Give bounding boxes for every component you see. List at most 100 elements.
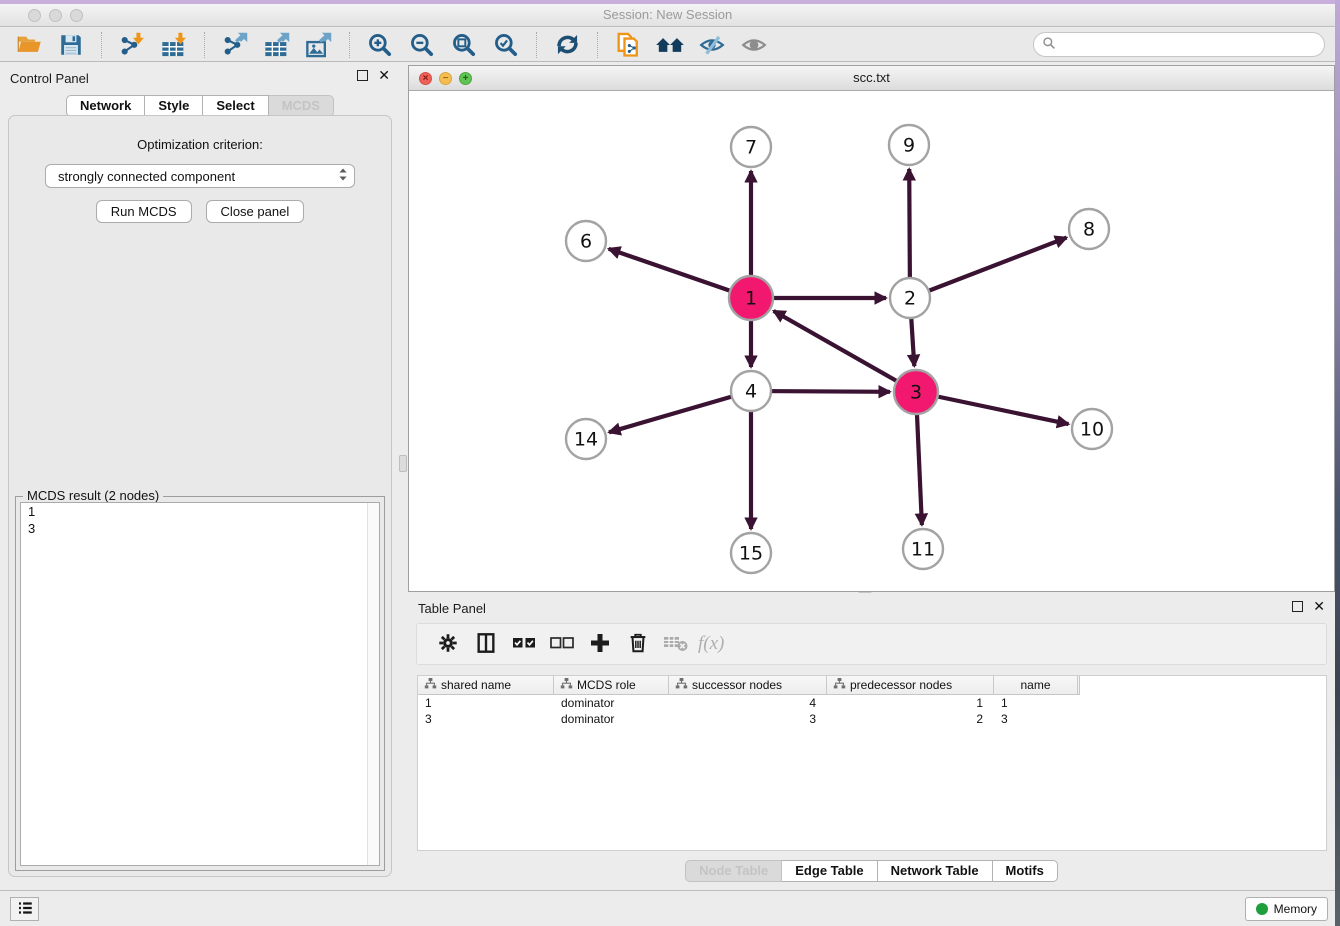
duplicate-network-icon bbox=[614, 31, 642, 59]
select-all-button[interactable] bbox=[507, 628, 541, 660]
import-table-button[interactable] bbox=[153, 30, 195, 60]
edge-4-to-14[interactable] bbox=[609, 391, 751, 432]
float-panel-icon[interactable] bbox=[357, 70, 368, 81]
graph-node-11[interactable]: 11 bbox=[903, 529, 943, 569]
vertical-splitter-handle[interactable] bbox=[399, 455, 407, 472]
desktop-right-strip bbox=[1335, 0, 1340, 926]
table-cell[interactable]: 3 bbox=[418, 712, 554, 726]
tab-edge-table[interactable]: Edge Table bbox=[782, 860, 877, 882]
column-header-predecessor-nodes[interactable]: predecessor nodes bbox=[827, 676, 994, 694]
edge-3-to-1[interactable] bbox=[774, 311, 916, 392]
column-header-successor-nodes[interactable]: successor nodes bbox=[669, 676, 827, 694]
node-label: 4 bbox=[745, 381, 757, 403]
result-list-item[interactable]: 3 bbox=[21, 520, 379, 537]
delete-row-button[interactable] bbox=[621, 628, 655, 660]
save-button[interactable] bbox=[50, 30, 92, 60]
edge-2-to-8[interactable] bbox=[910, 238, 1067, 298]
zoom-in-button[interactable] bbox=[359, 30, 401, 60]
attribute-icon bbox=[424, 677, 437, 693]
table-cell[interactable]: 1 bbox=[827, 696, 994, 710]
gear-button[interactable] bbox=[431, 628, 465, 660]
graph-node-3[interactable]: 3 bbox=[894, 370, 938, 414]
zoom-fit-button[interactable] bbox=[443, 30, 485, 60]
hide-selected-button[interactable] bbox=[691, 30, 733, 60]
export-network-icon bbox=[221, 31, 249, 59]
zoom-in-icon bbox=[367, 32, 393, 58]
tab-network[interactable]: Network bbox=[66, 95, 145, 117]
table-row[interactable]: 3dominator323 bbox=[418, 711, 1326, 727]
node-label: 15 bbox=[739, 543, 763, 565]
search-box[interactable] bbox=[1033, 32, 1325, 57]
attribute-icon bbox=[560, 677, 573, 693]
table-cell[interactable]: 1 bbox=[994, 696, 1078, 710]
delete-table-button bbox=[659, 628, 693, 660]
columns-button[interactable] bbox=[469, 628, 503, 660]
node-label: 1 bbox=[745, 288, 757, 310]
graph-node-6[interactable]: 6 bbox=[566, 221, 606, 261]
function-icon: f(x) bbox=[696, 630, 732, 659]
show-all-button[interactable] bbox=[733, 30, 775, 60]
table-header-row: shared nameMCDS rolesuccessor nodesprede… bbox=[418, 676, 1080, 695]
result-scrollbar[interactable] bbox=[367, 503, 379, 865]
search-input[interactable] bbox=[1061, 35, 1324, 55]
export-table-button[interactable] bbox=[256, 30, 298, 60]
deselect-all-button[interactable] bbox=[545, 628, 579, 660]
close-panel-button[interactable]: Close panel bbox=[206, 200, 305, 223]
table-cell[interactable]: 2 bbox=[827, 712, 994, 726]
graph-node-2[interactable]: 2 bbox=[890, 278, 930, 318]
close-table-panel-icon[interactable]: ✕ bbox=[1313, 601, 1325, 612]
graph-node-9[interactable]: 9 bbox=[889, 125, 929, 165]
graph-node-4[interactable]: 4 bbox=[731, 371, 771, 411]
export-image-button[interactable] bbox=[298, 30, 340, 60]
result-list-item[interactable]: 1 bbox=[21, 503, 379, 520]
node-label: 2 bbox=[904, 288, 916, 310]
tab-style[interactable]: Style bbox=[145, 95, 203, 117]
column-header-name[interactable]: name bbox=[994, 676, 1078, 694]
duplicate-network-button[interactable] bbox=[607, 30, 649, 60]
first-neighbors-button[interactable] bbox=[649, 30, 691, 60]
table-cell[interactable]: 1 bbox=[418, 696, 554, 710]
network-canvas[interactable]: 7 9 6 8 1 2 4 3 14 10 15 11 bbox=[409, 91, 1334, 591]
refresh-button[interactable] bbox=[546, 30, 588, 60]
graph-node-8[interactable]: 8 bbox=[1069, 209, 1109, 249]
status-bar: Memory bbox=[0, 890, 1340, 926]
graph-node-10[interactable]: 10 bbox=[1072, 409, 1112, 449]
tab-motifs[interactable]: Motifs bbox=[993, 860, 1058, 882]
export-table-icon bbox=[263, 31, 291, 59]
graph-node-14[interactable]: 14 bbox=[566, 419, 606, 459]
toolbar-separator bbox=[204, 32, 205, 58]
optimization-dropdown[interactable]: strongly connected component bbox=[45, 164, 355, 188]
task-history-button[interactable] bbox=[10, 897, 39, 921]
tab-mcds[interactable]: MCDS bbox=[269, 95, 334, 117]
float-table-panel-icon[interactable] bbox=[1292, 601, 1303, 612]
node-table[interactable]: shared nameMCDS rolesuccessor nodesprede… bbox=[417, 675, 1327, 851]
mcds-result-label: MCDS result (2 nodes) bbox=[23, 488, 163, 503]
table-cell[interactable]: 3 bbox=[669, 712, 827, 726]
export-network-button[interactable] bbox=[214, 30, 256, 60]
add-row-button[interactable] bbox=[583, 628, 617, 660]
table-row[interactable]: 1dominator411 bbox=[418, 695, 1326, 711]
open-folder-button[interactable] bbox=[8, 30, 50, 60]
node-label: 3 bbox=[910, 382, 922, 404]
graph-node-1[interactable]: 1 bbox=[729, 276, 773, 320]
graph-node-15[interactable]: 15 bbox=[731, 533, 771, 573]
table-cell[interactable]: 4 bbox=[669, 696, 827, 710]
graph-node-7[interactable]: 7 bbox=[731, 127, 771, 167]
tab-network-table[interactable]: Network Table bbox=[878, 860, 993, 882]
memory-button[interactable]: Memory bbox=[1245, 897, 1328, 921]
zoom-out-button[interactable] bbox=[401, 30, 443, 60]
run-mcds-button[interactable]: Run MCDS bbox=[96, 200, 192, 223]
column-header-shared-name[interactable]: shared name bbox=[418, 676, 554, 694]
zoom-selected-button[interactable] bbox=[485, 30, 527, 60]
import-network-button[interactable] bbox=[111, 30, 153, 60]
column-header-MCDS-role[interactable]: MCDS role bbox=[554, 676, 669, 694]
tab-node-table[interactable]: Node Table bbox=[685, 860, 782, 882]
close-panel-icon[interactable]: ✕ bbox=[378, 70, 390, 81]
tab-select[interactable]: Select bbox=[203, 95, 268, 117]
memory-label: Memory bbox=[1274, 902, 1317, 916]
mcds-result-list[interactable]: 13 bbox=[20, 502, 380, 866]
table-cell[interactable]: dominator bbox=[554, 712, 669, 726]
table-cell[interactable]: dominator bbox=[554, 696, 669, 710]
table-cell[interactable]: 3 bbox=[994, 712, 1078, 726]
edge-3-to-10[interactable] bbox=[916, 392, 1069, 424]
